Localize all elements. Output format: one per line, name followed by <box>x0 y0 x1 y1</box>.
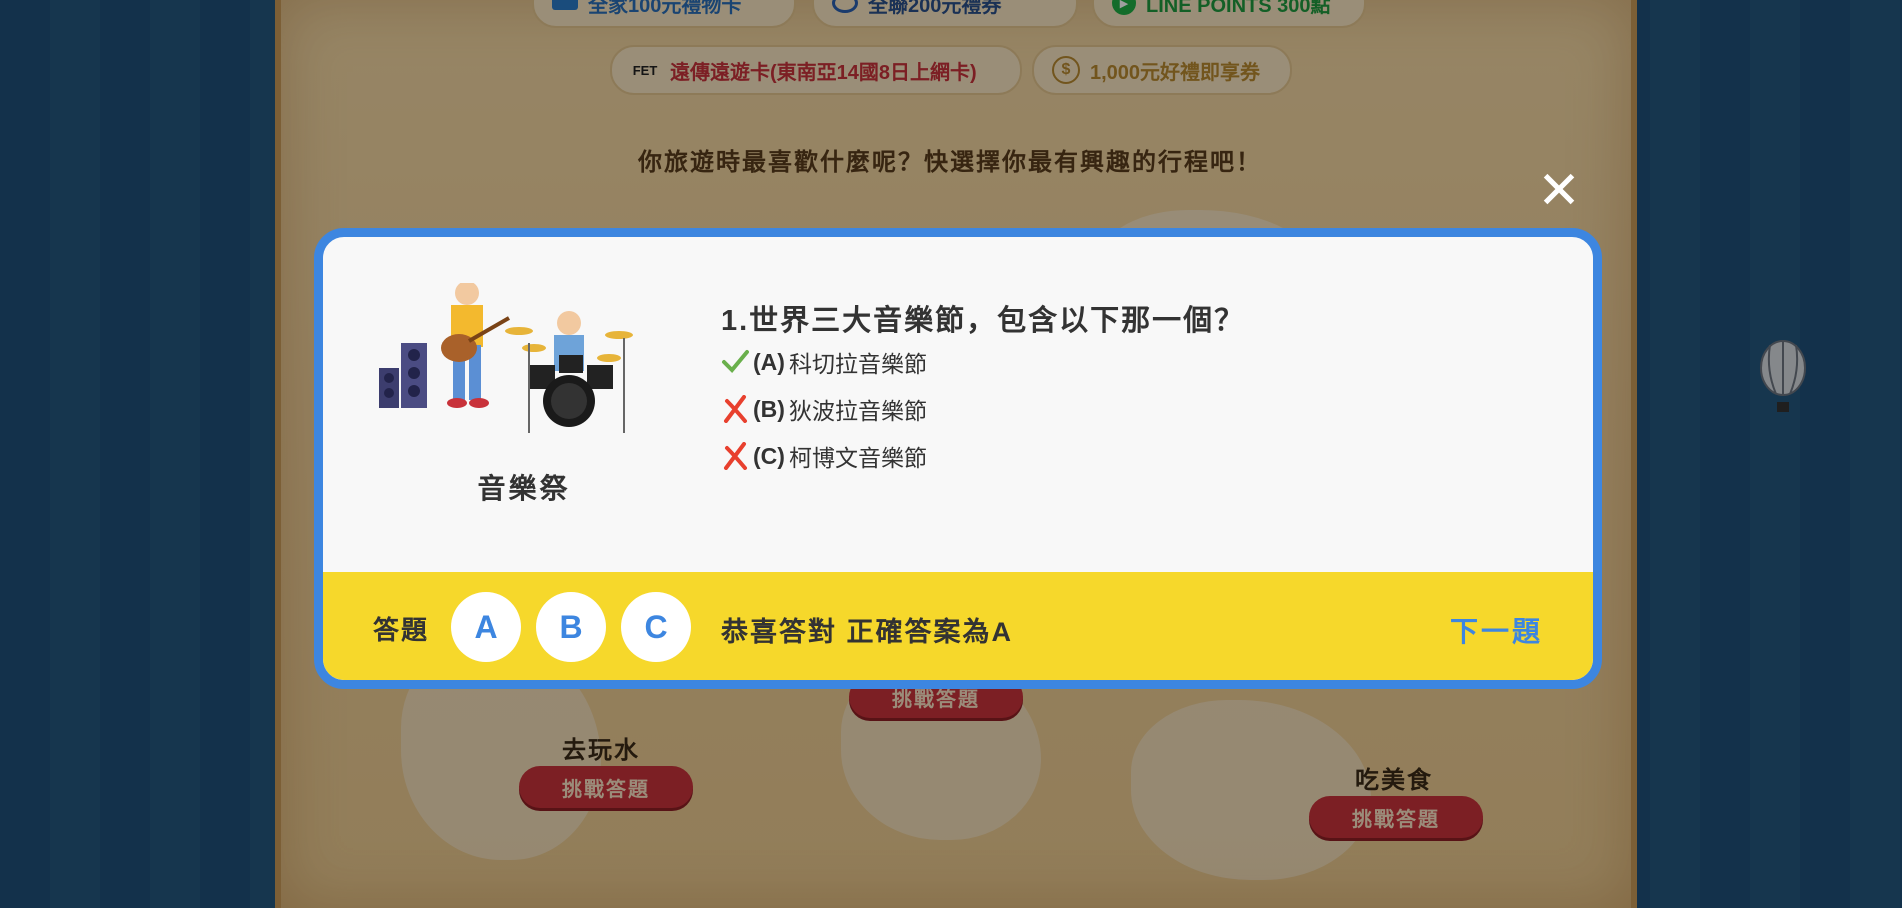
option-c: (C) 柯博文音樂節 <box>721 439 927 473</box>
option-text: 科切拉音樂節 <box>788 351 927 377</box>
option-a: (A) 科切拉音樂節 <box>721 345 927 379</box>
quiz-modal: 音樂祭 1.世界三大音樂節，包含以下那一個？ (A) 科切拉音樂節 (B) 狄波… <box>314 228 1602 689</box>
question-text: 1.世界三大音樂節，包含以下那一個？ <box>721 305 1246 337</box>
option-key: (A) <box>753 348 785 375</box>
cross-mark-icon <box>724 395 747 423</box>
answer-bar: 答題 A B C 恭喜答對 正確答案為A 下一題 <box>323 572 1593 680</box>
music-band-illustration <box>379 283 633 433</box>
answer-button-c[interactable]: C <box>621 592 691 662</box>
checkmark-icon <box>722 350 749 373</box>
option-text: 狄波拉音樂節 <box>788 398 927 424</box>
option-b: (B) 狄波拉音樂節 <box>721 392 927 426</box>
answer-button-a[interactable]: A <box>451 592 521 662</box>
answer-button-b[interactable]: B <box>536 592 606 662</box>
option-text: 柯博文音樂節 <box>788 445 927 471</box>
close-icon[interactable]: ✕ <box>1536 165 1582 217</box>
result-text: 恭喜答對 正確答案為A <box>721 617 1013 647</box>
option-key: (C) <box>753 442 785 469</box>
modal-category-title: 音樂祭 <box>477 473 571 504</box>
cross-mark-icon <box>724 442 747 470</box>
answer-label: 答題 <box>373 615 430 645</box>
next-question-button[interactable]: 下一題 <box>1450 610 1543 650</box>
option-key: (B) <box>753 395 785 422</box>
